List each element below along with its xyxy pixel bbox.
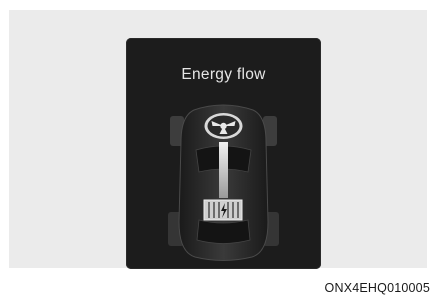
car-top-view-icon bbox=[168, 104, 279, 261]
screen-title: Energy flow bbox=[181, 66, 266, 83]
engine-icon bbox=[204, 113, 243, 139]
display-screen: Energy flow bbox=[126, 38, 321, 269]
energy-flow-arrow-icon bbox=[219, 142, 228, 198]
manual-figure: Energy flow ONX4EHQ010005 bbox=[0, 0, 436, 303]
battery-icon bbox=[203, 199, 243, 221]
figure-code: ONX4EHQ010005 bbox=[324, 281, 430, 295]
rear-window bbox=[196, 219, 251, 244]
